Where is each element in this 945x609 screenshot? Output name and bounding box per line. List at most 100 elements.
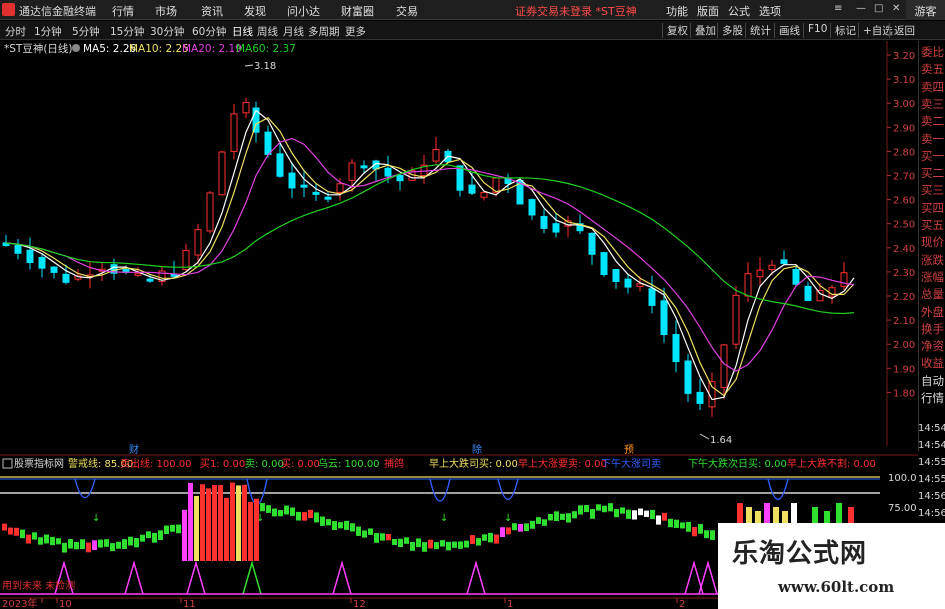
event-marker-cai[interactable]: 财 [129,443,139,456]
menu-caifuquan[interactable]: 财富圈 [341,3,374,19]
candlesticks [2,97,848,417]
indicator-bar [542,519,547,526]
side-panel-item[interactable]: 买五 [919,219,945,232]
period-15min[interactable]: 15分钟 [110,24,144,39]
menu-shichang[interactable]: 市场 [155,3,177,19]
indicator-bar [260,503,265,512]
buy-signal-dip [74,478,96,499]
indicator-bar [44,534,49,544]
menu-zixun[interactable]: 资讯 [201,3,223,19]
fuquan-button[interactable]: 复权 [662,23,688,38]
login-notice[interactable]: 证券交易未登录 *ST豆神 [515,3,637,19]
period-monthly[interactable]: 月线 [283,24,304,39]
side-panel-item[interactable]: 买一 [919,149,945,163]
event-marker-yu[interactable]: 预 [624,444,634,456]
settings-dot-icon[interactable] [72,44,80,52]
multi-stock-button[interactable]: 多股 [717,23,743,38]
candle-body [660,300,668,336]
watermark-url: www.60lt.com [778,578,895,596]
period-fenshi[interactable]: 分时 [5,24,26,39]
side-panel-item[interactable]: 买四 [919,201,945,215]
menu-wenxiaoda[interactable]: 问小达 [287,3,320,19]
period-multi[interactable]: 多周期 [308,24,340,39]
price-tick-label: 2.10 [893,316,915,327]
side-panel-item[interactable]: 卖四 [919,80,945,94]
candle-body [288,172,296,189]
indicator-bar [476,538,481,546]
side-panel-item[interactable]: 收益 [919,357,945,370]
add-favorite-button[interactable]: +自选 [858,23,893,38]
statistics-button[interactable]: 统计 [745,23,771,38]
indicator-legend-item: 买1: 0.00 [200,458,245,470]
indicator-bar [68,539,73,549]
side-panel-item[interactable]: 委比 [919,46,945,59]
indicator-bar [446,541,451,551]
side-panel-item[interactable]: 外盘 [919,305,945,319]
indicator-bar [632,510,637,520]
minimize-icon[interactable]: — [856,3,866,14]
side-panel-item[interactable]: 自动 [919,374,945,388]
candle-body [528,199,536,216]
indicator-bar [674,519,679,528]
event-marker-chu[interactable]: 除 [472,443,482,456]
back-button[interactable]: 返回 [889,23,915,38]
side-panel-item[interactable]: 卖三 [919,97,945,111]
indicator-bar [470,535,475,544]
mark-button[interactable]: 标记 [830,23,856,38]
period-60min[interactable]: 60分钟 [192,24,226,39]
side-panel-item[interactable]: 现价 [919,236,945,249]
indicator-bar [791,503,797,523]
indicator-bar [500,527,505,538]
indicator-bar [332,521,337,530]
menu-jiaoyi[interactable]: 交易 [396,3,418,19]
candle-body [744,273,752,297]
side-panel-item[interactable]: 卖五 [919,63,945,76]
indicator-bar [326,519,331,526]
side-panel-item[interactable]: 卖一 [919,132,945,146]
side-panel-item[interactable]: 涨幅 [919,270,945,284]
indicator-bar [50,536,55,546]
ma60-line [5,164,855,315]
indicator-bar [812,507,818,523]
maximize-icon[interactable]: □ [874,3,883,14]
f10-button[interactable]: F10 [803,23,827,38]
indicator-bar [164,525,169,535]
menu-faxian[interactable]: 发现 [244,3,266,19]
guest-button[interactable]: 游客 [906,0,945,20]
side-panel-time: 14:56 [918,508,945,519]
buy-signal-dip [429,478,451,502]
menu-xuanxiang[interactable]: 选项 [759,3,781,19]
menu-banmian[interactable]: 版面 [697,3,719,19]
side-panel-item[interactable]: 行情 [919,392,945,405]
period-daily[interactable]: 日线 [232,24,253,39]
side-panel-item[interactable]: 卖二 [919,115,945,128]
side-panel-item[interactable]: 买二 [919,167,945,180]
indicator-bar [170,524,175,532]
side-panel-item[interactable]: 换手 [919,322,945,336]
candle-body [50,266,58,273]
date-axis: 2023年 10 11 12 1 2 [2,597,685,609]
menu-icon[interactable]: ≡ [834,3,842,14]
side-panel-item[interactable]: 涨跌 [919,253,945,267]
period-weekly[interactable]: 周线 [257,24,278,39]
draw-line-button[interactable]: 画线 [774,23,800,38]
overlay-button[interactable]: 叠加 [690,23,716,38]
side-panel-item[interactable]: 净资 [919,340,945,353]
indicator-legend-item: 乌云: 100.00 [318,457,380,470]
menu-hangqing[interactable]: 行情 [112,3,134,19]
candle-body [206,192,214,232]
indicator-bar [464,540,469,548]
indicator-name[interactable]: 股票指标网 [14,457,64,470]
period-1min[interactable]: 1分钟 [34,24,62,39]
period-5min[interactable]: 5分钟 [72,24,100,39]
menu-gongneng[interactable]: 功能 [666,3,688,19]
side-panel-item[interactable]: 买三 [919,184,945,197]
period-30min[interactable]: 30分钟 [150,24,184,39]
menu-gongshi[interactable]: 公式 [728,3,750,19]
indicator-bar [668,518,673,528]
close-icon[interactable]: ✕ [892,3,900,14]
indicator-bar [374,533,379,543]
side-panel-item[interactable]: 总量 [919,288,945,301]
period-more[interactable]: 更多 [345,24,366,39]
indicator-toggle-icon[interactable] [2,458,13,469]
